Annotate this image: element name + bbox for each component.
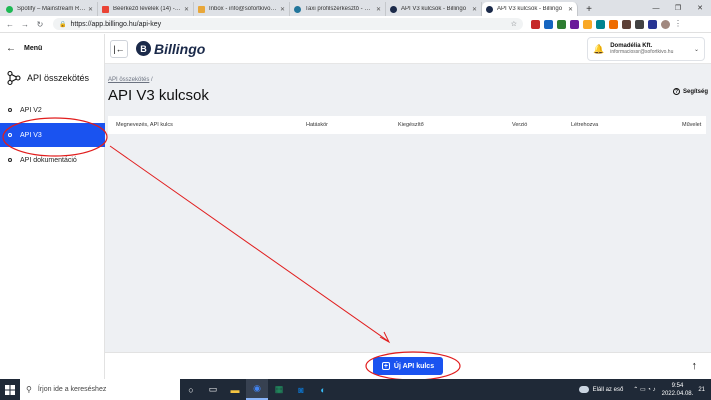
help-icon: ? <box>672 88 680 95</box>
bell-icon[interactable]: 🔔 <box>593 44 604 55</box>
cloud-icon <box>578 386 589 393</box>
extension-icon[interactable] <box>635 19 644 29</box>
bullet-icon <box>8 158 12 162</box>
task-view-icon[interactable]: ▭ <box>202 379 224 400</box>
bookmark-star-icon[interactable]: ☆ <box>511 20 517 28</box>
reload-icon[interactable]: ↻ <box>34 18 46 30</box>
outlook-icon[interactable]: ◙ <box>290 379 312 400</box>
spotify-icon <box>6 5 13 13</box>
restore-icon[interactable]: ❐ <box>667 0 689 16</box>
taskbar: ⚲ Írjon ide a kereséshez ○ ▭ ▬ ◉ ▦ ◙ ◐ E… <box>0 379 711 400</box>
search-icon: ⚲ <box>26 385 32 394</box>
browser-tab-inbox[interactable]: Inbox - info@sofortkivo.hu ✕ <box>194 2 290 16</box>
back-icon[interactable]: ← <box>4 18 16 30</box>
extension-icon[interactable] <box>570 19 579 29</box>
browser-tab-billingo-1[interactable]: API V3 kulcsok - Billingo ✕ <box>386 2 482 16</box>
close-icon[interactable]: ✕ <box>566 6 573 13</box>
bullet-icon <box>8 133 12 137</box>
browser-tab-billingo-active[interactable]: API V3 kulcsok - Billingo ✕ <box>482 2 578 16</box>
sidebar-item-api-v2[interactable]: API V2 <box>0 98 105 122</box>
gmail-icon <box>102 5 109 13</box>
browser-tab-spotify[interactable]: Spotify – Mainstream Rap ✕ <box>2 2 98 16</box>
clock[interactable]: 9:54 2022.04.08. <box>662 382 694 398</box>
action-bar: + Új API kulcs ↑ <box>105 352 711 379</box>
plus-icon: + <box>381 362 390 370</box>
browser-tab-gmail[interactable]: Beérkező levelek (14) - jen... ✕ <box>98 2 194 16</box>
new-tab-button[interactable]: + <box>582 2 596 16</box>
windows-logo-icon <box>5 384 15 395</box>
address-bar: ← → ↻ 🔒 https://app.billingo.hu/api-key … <box>0 16 711 33</box>
sidebar-item-api-docs[interactable]: API dokumentáció <box>0 148 105 172</box>
windows-start-button[interactable] <box>0 379 20 400</box>
extensions: ⋮ <box>529 19 682 29</box>
bullet-icon <box>8 108 12 112</box>
sidebar-item-api-v3[interactable]: API V3 <box>0 123 105 147</box>
close-window-icon[interactable]: ✕ <box>689 0 711 16</box>
extension-icon[interactable] <box>596 19 605 29</box>
extension-icon[interactable] <box>622 19 631 29</box>
help-button[interactable]: ? Segítség <box>672 88 708 95</box>
taskbar-search-input[interactable]: ⚲ Írjon ide a kereséshez <box>20 379 180 400</box>
minimize-icon[interactable]: — <box>645 0 667 16</box>
extension-icon[interactable] <box>531 19 540 29</box>
more-menu-icon[interactable]: ⋮ <box>674 19 682 29</box>
scroll-top-icon[interactable]: ↑ <box>692 360 698 372</box>
extension-icon[interactable] <box>583 19 592 29</box>
breadcrumb-link[interactable]: API összekötés <box>108 77 149 83</box>
wordpress-icon <box>294 5 301 13</box>
cortana-icon[interactable]: ○ <box>180 379 202 400</box>
page-title: API V3 kulcsok <box>108 87 209 104</box>
tray-icons[interactable]: ⌃ ▭ ◔ ♪ <box>633 386 655 393</box>
edge-icon[interactable]: ◐ <box>312 379 334 400</box>
column-header-action: Művelet <box>682 122 702 128</box>
forward-icon[interactable]: → <box>19 18 31 30</box>
lock-icon: 🔒 <box>59 21 67 28</box>
menu-back-button[interactable]: ← Menü <box>0 34 104 62</box>
column-header-version: Verzió <box>512 122 528 128</box>
window-controls: — ❐ ✕ <box>645 0 711 16</box>
billingo-logo[interactable]: B Billingo <box>136 41 205 57</box>
extension-icon[interactable] <box>557 19 566 29</box>
collapse-sidebar-button[interactable]: |← <box>110 39 128 58</box>
browser-tab-bar: Spotify – Mainstream Rap ✕ Beérkező level… <box>0 0 711 16</box>
extension-icon[interactable] <box>544 19 553 29</box>
collapse-icon: |← <box>113 43 125 54</box>
close-icon[interactable]: ✕ <box>374 6 381 13</box>
close-icon[interactable]: ✕ <box>86 6 93 13</box>
breadcrumb: API összekötés / <box>108 77 153 83</box>
close-icon[interactable]: ✕ <box>278 6 285 13</box>
system-tray: Eláll az eső ⌃ ▭ ◔ ♪ 9:54 2022.04.08. 21 <box>578 382 711 398</box>
user-email: informaciossr@sofortkivo.hu <box>610 49 674 55</box>
chrome-icon[interactable]: ◉ <box>246 379 268 400</box>
close-icon[interactable]: ✕ <box>182 6 189 13</box>
billingo-icon <box>486 5 493 13</box>
api-connection-icon <box>7 70 21 86</box>
notification-count-badge[interactable]: 21 <box>698 387 705 393</box>
browser-tab-wordpress[interactable]: Taxi profilszerkesztő - Sofor...✕ <box>290 2 386 16</box>
mail-icon <box>198 5 205 13</box>
avatar[interactable] <box>661 19 670 29</box>
billingo-icon <box>390 5 397 13</box>
url-field[interactable]: 🔒 https://app.billingo.hu/api-key ☆ <box>53 18 523 30</box>
extension-icon[interactable] <box>648 19 657 29</box>
excel-icon[interactable]: ▦ <box>268 379 290 400</box>
column-header-created: Létrehozva <box>571 122 599 128</box>
new-api-key-button[interactable]: + Új API kulcs <box>373 357 443 375</box>
column-header-scope: Hatáskör <box>306 122 329 128</box>
file-explorer-icon[interactable]: ▬ <box>224 379 246 400</box>
app-header: |← B Billingo 🔔 Domadélia Kft. informaci… <box>105 34 711 64</box>
weather-widget[interactable]: Eláll az eső <box>578 386 623 393</box>
sidebar-section-title: API összekötés <box>0 62 104 94</box>
chevron-down-icon: ⌄ <box>693 46 699 53</box>
billingo-logo-icon: B <box>136 41 151 56</box>
column-header-name: Megnevezés, API kulcs <box>116 122 173 128</box>
api-keys-table-header: Megnevezés, API kulcs Hatáskör Kiegészít… <box>108 116 706 134</box>
close-icon[interactable]: ✕ <box>470 6 477 13</box>
sidebar: ← Menü API összekötés API V2 API V3 API … <box>0 34 105 379</box>
extension-icon[interactable] <box>609 19 618 29</box>
column-header-extension: Kiegészítő <box>398 122 424 128</box>
user-menu[interactable]: 🔔 Domadélia Kft. informaciossr@sofortkiv… <box>587 37 705 61</box>
main-content: API összekötés / API V3 kulcsok ? Segíts… <box>105 64 711 352</box>
arrow-left-icon: ← <box>6 42 16 54</box>
